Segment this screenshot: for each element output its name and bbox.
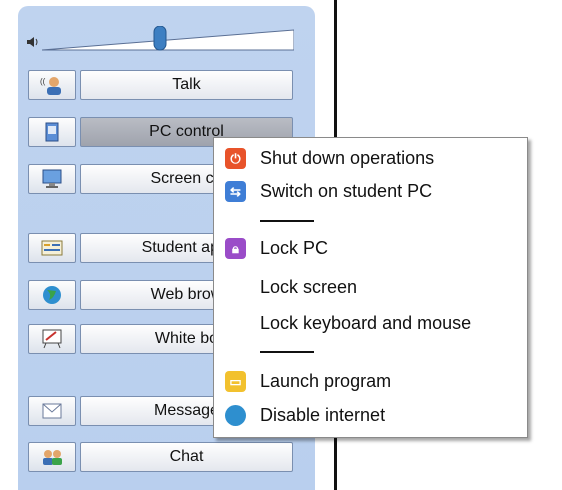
menu-separator [260, 351, 314, 353]
volume-slider-thumb[interactable] [153, 26, 167, 51]
volume-slider[interactable] [42, 26, 294, 54]
svg-text:((: (( [40, 77, 46, 86]
message-icon-box[interactable] [28, 396, 76, 426]
menu-item-label: Lock PC [260, 238, 329, 258]
talk-icon: (( [40, 77, 61, 95]
lock-icon: 🔒︎ [225, 238, 246, 259]
talk-button[interactable]: (( Talk [28, 70, 293, 100]
menu-item-switch-on[interactable]: ⇆ Switch on student PC [214, 175, 527, 207]
menu-item-launch-program[interactable]: ▭ Launch program [214, 365, 527, 397]
menu-item-label: Disable internet [260, 405, 386, 425]
pc-control-icon [45, 122, 59, 142]
power-icon: ⏻ [225, 148, 246, 169]
menu-item-label: Launch program [260, 371, 392, 391]
menu-item-label: Lock keyboard and mouse [260, 313, 472, 333]
chat-icon-box[interactable] [28, 442, 76, 472]
menu-item-disable-internet[interactable]: Disable internet [214, 399, 527, 431]
menu-item-lock-pc[interactable]: 🔒︎ Lock PC [214, 232, 527, 264]
launch-icon: ▭ [225, 371, 246, 392]
pc-control-icon-box[interactable] [28, 117, 76, 147]
menu-item-lock-keyboard-mouse[interactable]: Lock keyboard and mouse [214, 307, 527, 339]
screen-control-icon [42, 169, 62, 188]
screen-control-icon-box[interactable] [28, 164, 76, 194]
menu-item-label: Switch on student PC [260, 181, 433, 201]
chat-icon [43, 450, 62, 465]
speaker-icon[interactable] [26, 36, 40, 48]
chat-label[interactable]: Chat [80, 442, 293, 472]
pc-control-context-menu: ⏻ Shut down operations ⇆ Switch on stude… [213, 137, 528, 438]
globe-icon [225, 405, 246, 426]
menu-item-label: Shut down operations [260, 148, 435, 168]
whiteboard-icon [42, 329, 62, 349]
student-apps-icon [41, 240, 63, 256]
student-apps-icon-box[interactable] [28, 233, 76, 263]
menu-item-shut-down[interactable]: ⏻ Shut down operations [214, 142, 527, 174]
whiteboard-icon-box[interactable] [28, 324, 76, 354]
chat-button[interactable]: Chat [28, 442, 293, 472]
talk-label[interactable]: Talk [80, 70, 293, 100]
menu-item-label: Lock screen [260, 277, 358, 297]
message-icon [42, 403, 62, 419]
web-browser-icon [43, 286, 61, 304]
menu-item-lock-screen[interactable]: Lock screen [214, 271, 527, 303]
menu-separator [260, 220, 314, 222]
web-browser-icon-box[interactable] [28, 280, 76, 310]
talk-icon-box[interactable]: (( [28, 70, 76, 100]
switch-on-icon: ⇆ [225, 181, 246, 202]
